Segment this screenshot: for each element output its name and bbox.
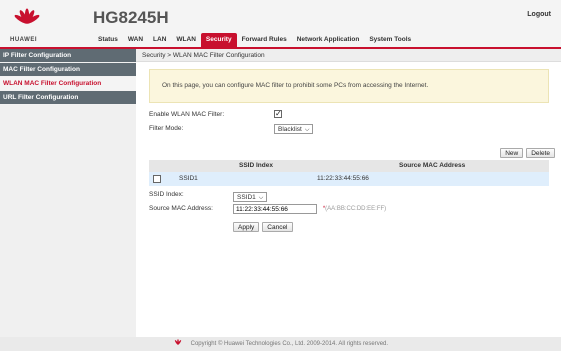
enable-filter-row: Enable WLAN MAC Filter: (149, 108, 549, 121)
huawei-logo-icon (14, 8, 40, 24)
new-button[interactable]: New (500, 148, 524, 158)
nav-lan[interactable]: LAN (148, 33, 171, 47)
chevron-down-icon: ⌵ (304, 127, 310, 133)
source-mac-row: Source MAC Address: *(AA:BB:CC:DD:EE:FF) (149, 202, 549, 216)
sidebar-item-mac-filter[interactable]: MAC Filter Configuration (0, 63, 136, 77)
main-content: Security > WLAN MAC Filter Configuration… (136, 49, 561, 337)
enable-filter-label: Enable WLAN MAC Filter: (149, 111, 225, 118)
nav-forward-rules[interactable]: Forward Rules (237, 33, 292, 47)
brand-name: HUAWEI (10, 37, 37, 43)
delete-button[interactable]: Delete (526, 148, 555, 158)
filter-mode-row: Filter Mode: Blacklist ⌵ (149, 123, 549, 135)
top-nav: Status WAN LAN WLAN Security Forward Rul… (93, 33, 416, 47)
filter-mode-label: Filter Mode: (149, 125, 184, 132)
sidebar: IP Filter Configuration MAC Filter Confi… (0, 49, 136, 337)
nav-wan[interactable]: WAN (123, 33, 148, 47)
info-notice: On this page, you can configure MAC filt… (149, 69, 549, 103)
filter-mode-select[interactable]: Blacklist ⌵ (274, 124, 314, 134)
enable-filter-checkbox[interactable] (274, 108, 282, 120)
row-mac: 11:22:33:44:55:66 (317, 175, 369, 182)
breadcrumb: Security > WLAN MAC Filter Configuration (136, 49, 561, 62)
ssid-index-select[interactable]: SSID1 ⌵ (233, 192, 268, 202)
nav-system-tools[interactable]: System Tools (364, 33, 416, 47)
nav-status[interactable]: Status (93, 33, 123, 47)
footer: Copyright © Huawei Technologies Co., Ltd… (0, 337, 561, 351)
mac-format-hint: *(AA:BB:CC:DD:EE:FF) (322, 206, 387, 212)
row-ssid: SSID1 (179, 175, 198, 182)
edit-form: SSID Index: SSID1⌵ Source MAC Address: *… (149, 188, 549, 236)
row-select-checkbox[interactable] (153, 175, 161, 183)
nav-wlan[interactable]: WLAN (171, 33, 201, 47)
column-ssid-index: SSID Index (239, 162, 273, 169)
sidebar-item-ip-filter[interactable]: IP Filter Configuration (0, 49, 136, 63)
edit-actions: Apply Cancel (233, 222, 293, 232)
sidebar-item-wlan-mac-filter[interactable]: WLAN MAC Filter Configuration (0, 77, 136, 91)
sidebar-item-url-filter[interactable]: URL Filter Configuration (0, 91, 136, 105)
chevron-down-icon: ⌵ (258, 195, 264, 201)
source-mac-label: Source MAC Address: (149, 205, 213, 212)
source-mac-input[interactable] (233, 204, 317, 214)
nav-network-application[interactable]: Network Application (292, 33, 365, 47)
ssid-index-label: SSID Index: (149, 191, 184, 198)
huawei-logo-icon (174, 339, 182, 346)
mac-filter-table: SSID Index Source MAC Address SSID1 11:2… (149, 160, 549, 186)
ssid-index-row: SSID Index: SSID1 ⌵ (149, 188, 549, 202)
table-toolbar: New Delete (500, 148, 555, 158)
table-row[interactable]: SSID1 11:22:33:44:55:66 (149, 172, 549, 186)
column-source-mac: Source MAC Address (399, 162, 466, 169)
table-header: SSID Index Source MAC Address (149, 160, 549, 172)
logout-link[interactable]: Logout (527, 11, 551, 18)
cancel-button[interactable]: Cancel (262, 222, 293, 232)
copyright-text: Copyright © Huawei Technologies Co., Ltd… (190, 341, 389, 347)
apply-button[interactable]: Apply (233, 222, 260, 232)
device-model: HG8245H (93, 8, 169, 27)
header: HUAWEI HG8245H Logout Status WAN LAN WLA… (0, 0, 561, 47)
nav-security[interactable]: Security (200, 33, 237, 47)
